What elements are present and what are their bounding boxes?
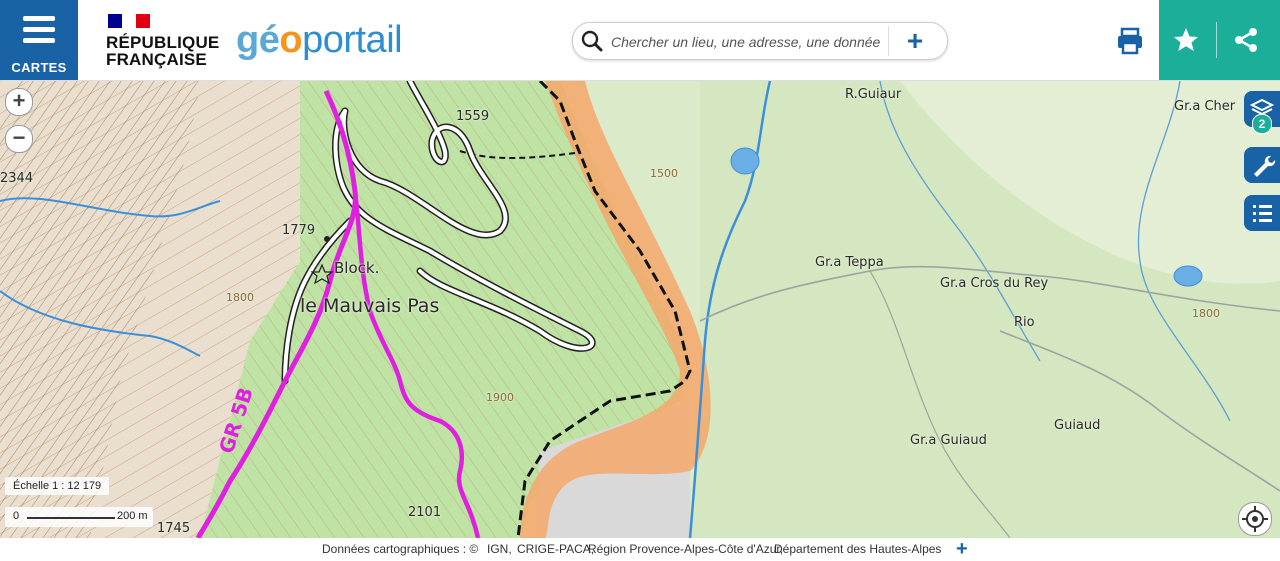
map-label-contour-1800-west: 1800 [226,291,254,304]
scale-ratio: Échelle 1 : 12 179 [5,477,110,495]
print-icon[interactable] [1112,26,1148,56]
action-separator [1216,22,1217,58]
map-label-r-guiaur: R.Guiaur [845,87,902,102]
attribution-region[interactable]: Région Provence-Alpes-Côte d'Azur, [588,542,783,556]
brand-portail: portail [302,19,403,61]
map-label-guiaud: Guiaud [1054,418,1101,433]
map-label-contour-1800-east: 1800 [1192,307,1220,320]
brand-geo-o: o [279,19,303,61]
list-icon [1253,205,1272,222]
map-label-gr-a-cher: Gr.a Cher [1174,99,1236,114]
geoportail-logo[interactable]: géoportail [236,18,403,62]
brand-geo-e: é [258,19,280,61]
scale-line [27,517,115,519]
map-background [0,81,1280,538]
rf-line-1: RÉPUBLIQUE [106,33,220,52]
layers-count-badge: 2 [1252,114,1272,134]
map-canvas[interactable]: 1559 1779 2344 Block. le Mauvais Pas GR … [0,81,1280,538]
zoom-out-button[interactable]: − [5,125,33,153]
tools-button[interactable] [1244,147,1280,183]
zoom-in-button[interactable]: + [5,88,33,116]
map-label-gr-a-cros-du-rey: Gr.a Cros du Rey [940,276,1049,291]
hamburger-icon [23,16,55,44]
scale-end: 200 m [117,510,148,522]
republique-francaise-logo[interactable]: RÉPUBLIQUE FRANÇAISE [106,14,220,72]
map-label-rio: Rio [1014,315,1035,330]
scale-start: 0 [13,510,20,522]
attribution-crige[interactable]: CRIGE-PACA, [517,542,594,556]
map-label-gr-a-teppa: Gr.a Teppa [815,255,884,270]
cartes-label: CARTES [11,60,67,75]
map-label-gr-a-guiaud: Gr.a Guiaud [910,433,987,448]
map-label-contour-1900: 1900 [486,391,514,404]
attribution-ign[interactable]: IGN, [487,542,512,556]
attribution-prefix: Données cartographiques : © [322,542,479,556]
wrench-icon [1254,155,1276,177]
favorite-star-icon[interactable] [1166,20,1206,60]
map-label-peak-2344: 2344 [0,171,34,186]
legend-button[interactable] [1244,195,1280,231]
header: CARTES RÉPUBLIQUE FRANÇAISE géoportail + [0,0,1280,81]
search-advanced-button[interactable]: + [888,26,941,56]
search-input[interactable] [609,23,893,61]
search-icon[interactable] [581,30,603,52]
map-label-peak-2101: 2101 [408,505,442,520]
rf-line-2: FRANÇAISE [106,50,207,69]
map-label-peak-1559: 1559 [456,109,490,124]
geolocate-icon[interactable] [1238,502,1272,536]
attribution-expand-button[interactable]: + [956,538,968,561]
attribution-footer: Données cartographiques : © IGN, CRIGE-P… [0,538,1280,560]
map-label-mauvais-pas: le Mauvais Pas [300,295,440,317]
map-label-peak-1779: 1779 [282,223,316,238]
brand-geo-g: g [236,19,259,61]
share-icon[interactable] [1226,20,1266,60]
cartes-menu-button[interactable]: CARTES [0,0,78,80]
scale-bar: 0 200 m [5,507,153,527]
map-label-contour-1500: 1500 [650,167,678,180]
french-flag-icon [108,14,150,28]
map-label-peak-1745: 1745 [157,521,191,536]
map-label-block: Block. [334,259,380,277]
search-bar: + [572,22,948,61]
attribution-departement[interactable]: Département des Hautes-Alpes [774,542,941,556]
